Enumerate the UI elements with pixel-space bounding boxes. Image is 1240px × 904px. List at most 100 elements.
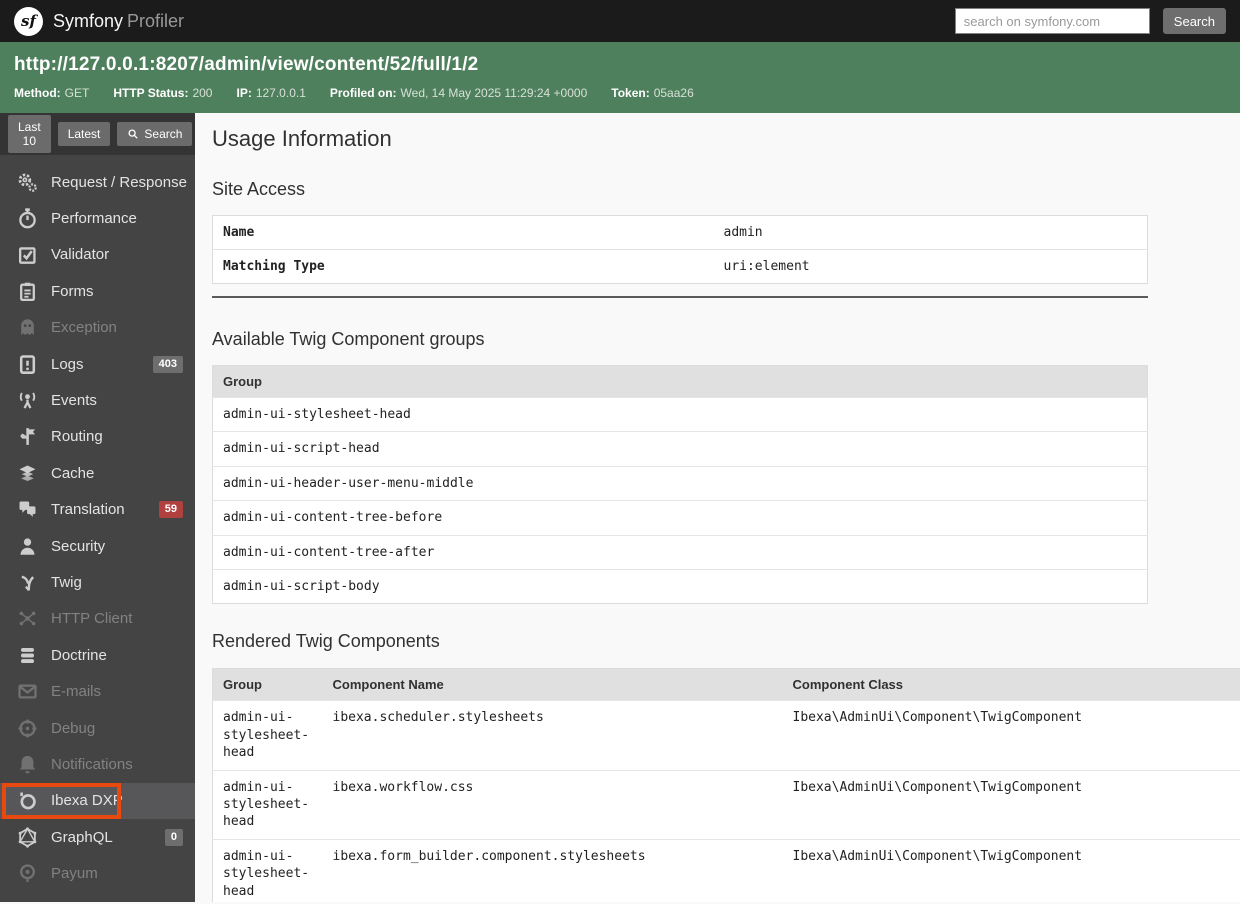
sidebar-item-label: Debug	[51, 719, 96, 737]
sidebar-item-security[interactable]: Security	[0, 528, 195, 564]
table-row: admin-ui-stylesheet-head	[212, 397, 1148, 432]
sidebar-item-debug: Debug	[0, 710, 195, 746]
sidebar-item-translation[interactable]: Translation 59	[0, 492, 195, 528]
sidebar-item-e-mails: E-mails	[0, 673, 195, 709]
table-cell: ibexa.form_builder.component.stylesheets	[332, 848, 646, 864]
sidebar-item-label: Ibexa DXP	[51, 792, 123, 810]
sidebar-search-button[interactable]: Search	[117, 122, 193, 146]
table-cell: admin-ui-header-user-menu-middle	[223, 475, 474, 491]
sidebar-item-graphql[interactable]: GraphQL 0	[0, 819, 195, 855]
network-icon	[17, 608, 38, 629]
column-header: Group	[212, 365, 1148, 398]
section-heading-component-groups: Available Twig Component groups	[212, 329, 485, 349]
symfony-logo-icon: sf	[14, 6, 43, 36]
table-cell: admin-ui-stylesheet-head	[223, 710, 310, 761]
translate-icon	[17, 499, 38, 520]
stopwatch-icon	[17, 208, 38, 229]
kv-key: Matching Type	[223, 259, 325, 274]
sidebar-item-label: Security	[51, 537, 106, 555]
sidebar-item-payum: Payum	[0, 855, 195, 891]
request-meta-value: 200	[192, 86, 213, 100]
request-meta-label: HTTP Status:	[113, 86, 189, 100]
table-cell: ibexa.workflow.css	[332, 779, 474, 795]
table-cell: admin-ui-content-tree-after	[223, 544, 435, 560]
table-row: Name admin	[213, 216, 1148, 250]
sidebar-item-cache[interactable]: Cache	[0, 455, 195, 491]
sidebar-item-ibexa-dxp[interactable]: Ibexa DXP	[0, 782, 195, 820]
gears-icon	[17, 172, 38, 193]
search-button[interactable]: Search	[1162, 8, 1226, 34]
sidebar-button-label: Last 10	[18, 120, 41, 148]
sidebar-item-label: E-mails	[51, 683, 102, 701]
envelope-icon	[17, 681, 38, 702]
app-title: Symfony Profiler	[53, 11, 184, 32]
sidebar-latest-button[interactable]: Latest	[57, 122, 111, 146]
column-header: Group	[212, 668, 323, 701]
sidebar-item-label: Logs	[51, 355, 84, 373]
bell-icon	[17, 754, 38, 775]
table-cell: admin-ui-content-tree-before	[223, 510, 443, 526]
table-row: admin-ui-script-head	[212, 431, 1148, 466]
broadcast-icon	[17, 390, 38, 411]
table-cell: Ibexa\AdminUi\Component\TwigComponent	[792, 710, 1083, 726]
request-meta-label: Token:	[611, 86, 650, 100]
section-divider	[212, 296, 1148, 298]
sidebar-item-label: Translation	[51, 501, 125, 519]
table-cell: Ibexa\AdminUi\Component\TwigComponent	[792, 848, 1083, 864]
sidebar-item-badge: 403	[152, 355, 183, 373]
request-url: http://127.0.0.1:8207/admin/view/content…	[14, 54, 479, 75]
table-row: admin-ui-header-user-menu-middle	[212, 466, 1148, 500]
table-row: admin-ui-stylesheet-head ibexa.workflow.c…	[212, 770, 1240, 839]
sidebar-item-label: GraphQL	[51, 828, 113, 846]
sidebar-item-label: Request / Response	[51, 173, 187, 191]
request-meta-value: GET	[64, 86, 90, 100]
clipboard-icon	[17, 281, 38, 302]
sidebar-item-forms[interactable]: Forms	[0, 273, 195, 309]
sidebar-item-label: Events	[51, 392, 97, 410]
app-section: Profiler	[127, 10, 185, 31]
request-summary-bar: http://127.0.0.1:8207/admin/view/content…	[0, 42, 1240, 113]
sidebar-item-doctrine[interactable]: Doctrine	[0, 637, 195, 673]
request-meta-item: Token: 05aa26	[611, 86, 694, 100]
section-heading-rendered-components: Rendered Twig Components	[212, 631, 440, 652]
sidebar-item-label: HTTP Client	[51, 610, 133, 628]
kv-value: admin	[723, 225, 763, 240]
sidebar-button-label: Latest	[67, 127, 101, 141]
sidebar-item-exception: Exception	[0, 310, 195, 346]
ibexa-icon	[17, 790, 38, 811]
sidebar-item-validator[interactable]: Validator	[0, 237, 195, 273]
table-row: admin-ui-script-body	[212, 569, 1148, 604]
sidebar-item-badge: 59	[158, 501, 183, 519]
search-input[interactable]	[954, 8, 1150, 34]
request-meta-value: 127.0.0.1	[255, 86, 306, 100]
sidebar-item-performance[interactable]: Performance	[0, 200, 195, 236]
table-cell: admin-ui-script-head	[223, 441, 380, 457]
request-meta: Method: GET HTTP Status: 200 IP: 127.0.0.1 Pro…	[14, 86, 1226, 100]
sidebar-item-label: Twig	[51, 573, 82, 591]
sidebar-button-label: Search	[144, 127, 183, 141]
sidebar-item-twig[interactable]: Twig	[0, 564, 195, 600]
top-bar: sf Symfony Profiler Search	[0, 0, 1240, 42]
request-meta-value: Wed, 14 May 2025 11:29:24 +0000	[400, 86, 588, 100]
check-square-icon	[17, 244, 38, 265]
request-meta-item: Profiled on: Wed, 14 May 2025 11:29:24 +0…	[330, 86, 587, 100]
sidebar-nav: Request / Response Performance Validator Fo…	[0, 155, 195, 892]
sidebar-toolbar: Last 10 Latest Search	[0, 113, 195, 155]
signpost-icon	[17, 426, 38, 447]
sidebar-item-events[interactable]: Events	[0, 382, 195, 418]
kv-value: uri:element	[723, 259, 810, 274]
sidebar-item-request-response[interactable]: Request / Response	[0, 164, 195, 200]
sidebar-item-logs[interactable]: Logs 403	[0, 346, 195, 382]
payum-icon	[17, 863, 38, 884]
sidebar-item-routing[interactable]: Routing	[0, 419, 195, 455]
sidebar-item-label: Notifications	[51, 755, 133, 773]
sidebar-item-label: Doctrine	[51, 646, 107, 664]
table-cell: admin-ui-stylesheet-head	[223, 779, 310, 830]
sidebar-item-label: Validator	[51, 246, 110, 264]
sidebar-item-badge: 0	[164, 828, 183, 846]
component-groups-table: Group admin-ui-stylesheet-head admin-ui-s…	[212, 365, 1148, 605]
main-panel: Usage Information Site Access Name admin M…	[195, 113, 1240, 902]
sidebar-last-10-button[interactable]: Last 10	[8, 115, 51, 153]
search-icon	[127, 128, 139, 140]
table-cell: admin-ui-script-body	[223, 579, 380, 595]
